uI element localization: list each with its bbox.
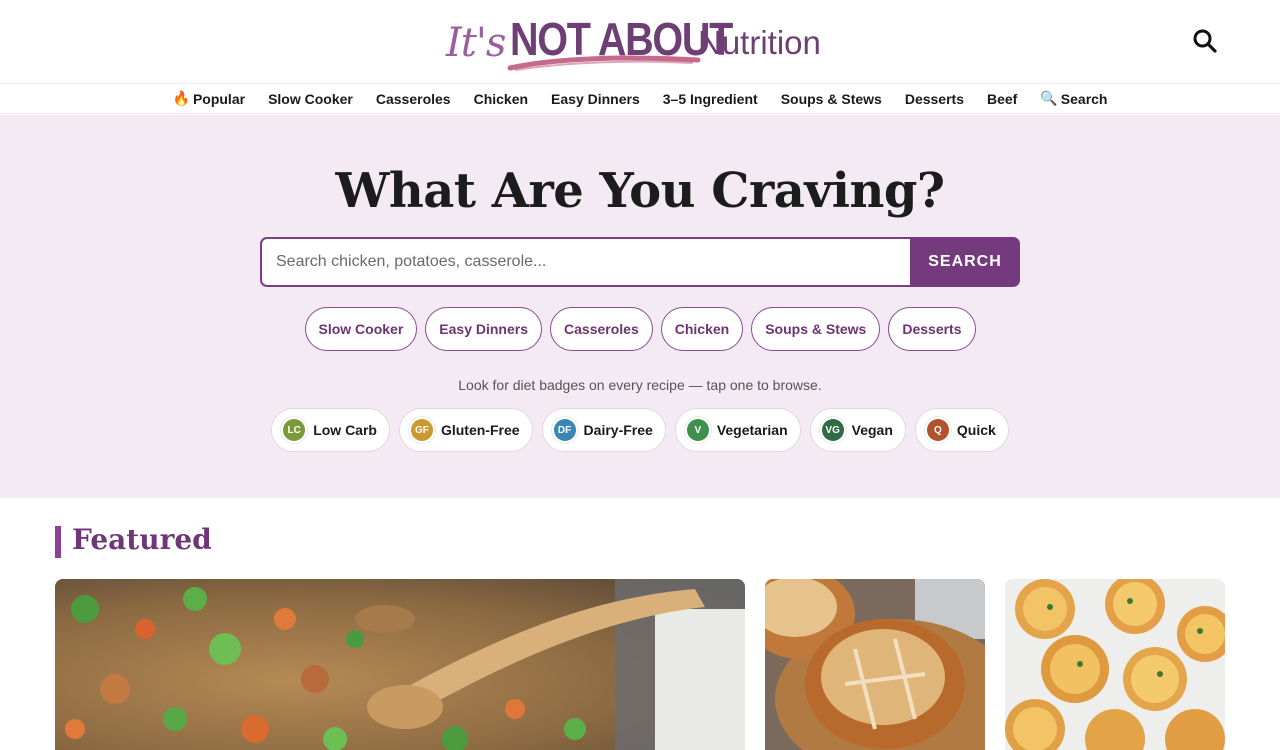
diet-pill-dairy-free[interactable]: DF Dairy-Free <box>541 408 666 452</box>
nav-item-soups-stews[interactable]: Soups & Stews <box>781 91 882 107</box>
diet-badges-note: Look for diet badges on every recipe — t… <box>458 377 822 393</box>
category-pill-easy-dinners[interactable]: Easy Dinners <box>425 307 543 351</box>
diet-pill-vegetarian[interactable]: V Vegetarian <box>674 408 801 452</box>
hero-section: What Are You Craving? SEARCH Slow Cooker… <box>0 115 1280 498</box>
magnifier-icon: 🔍 <box>1040 90 1058 106</box>
featured-card-fried-rice[interactable] <box>55 579 745 750</box>
category-pills: Slow Cooker Easy Dinners Casseroles Chic… <box>0 307 1280 351</box>
nav-item-casseroles[interactable]: Casseroles <box>376 91 451 107</box>
featured-card-bread[interactable] <box>765 579 985 750</box>
nav-item-desserts[interactable]: Desserts <box>905 91 964 107</box>
logo-nutrition: Nutrition <box>698 24 821 61</box>
diet-badge-pills: LC Low Carb GF Gluten-Free DF Dairy-Free… <box>0 408 1280 452</box>
logo-swoosh <box>507 55 701 71</box>
recipe-search-input[interactable] <box>260 237 910 287</box>
nav-item-slow-cooker[interactable]: Slow Cooker <box>268 91 353 107</box>
nav-item-search[interactable]: 🔍 Search <box>1040 90 1107 107</box>
vegan-badge-icon: VG <box>821 419 844 441</box>
vegetarian-badge-icon: V <box>686 419 709 441</box>
nav-item-beef[interactable]: Beef <box>987 91 1017 107</box>
site-header: It's NOT ABOUT Nutrition <box>0 0 1280 84</box>
diet-pill-low-carb[interactable]: LC Low Carb <box>271 408 390 452</box>
fried-rice-image <box>55 579 745 750</box>
main-nav: 🔥 Popular Slow Cooker Casseroles Chicken … <box>0 84 1280 114</box>
featured-card-egg-muffins[interactable] <box>1005 579 1225 750</box>
diet-pill-quick[interactable]: Q Quick <box>914 408 1009 452</box>
nav-item-3-5-ingredient[interactable]: 3–5 Ingredient <box>663 91 758 107</box>
diet-pill-gluten-free[interactable]: GF Gluten-Free <box>398 408 533 452</box>
fire-icon: 🔥 <box>172 90 190 106</box>
site-logo[interactable]: It's NOT ABOUT Nutrition <box>444 10 834 74</box>
hero-title: What Are You Craving? <box>335 163 945 219</box>
search-button[interactable]: SEARCH <box>910 237 1020 287</box>
nav-item-chicken[interactable]: Chicken <box>474 91 528 107</box>
header-search-icon[interactable] <box>1190 26 1220 56</box>
nav-item-popular[interactable]: 🔥 Popular <box>173 90 246 107</box>
diet-pill-vegan[interactable]: VG Vegan <box>809 408 906 452</box>
category-pill-soups-stews[interactable]: Soups & Stews <box>751 307 881 351</box>
bread-image <box>765 579 985 750</box>
egg-muffins-image <box>1005 579 1225 750</box>
category-pill-casseroles[interactable]: Casseroles <box>550 307 653 351</box>
featured-accent-bar <box>55 526 61 558</box>
gluten-free-badge-icon: GF <box>410 419 433 441</box>
quick-badge-icon: Q <box>926 419 949 441</box>
featured-heading: Featured <box>72 523 212 556</box>
category-pill-desserts[interactable]: Desserts <box>888 307 976 351</box>
hero-search-form: SEARCH <box>260 237 1020 287</box>
low-carb-badge-icon: LC <box>283 419 306 441</box>
logo-its: It's <box>446 20 506 66</box>
dairy-free-badge-icon: DF <box>553 419 576 441</box>
category-pill-slow-cooker[interactable]: Slow Cooker <box>304 307 418 351</box>
nav-item-easy-dinners[interactable]: Easy Dinners <box>551 91 640 107</box>
category-pill-chicken[interactable]: Chicken <box>660 307 744 351</box>
